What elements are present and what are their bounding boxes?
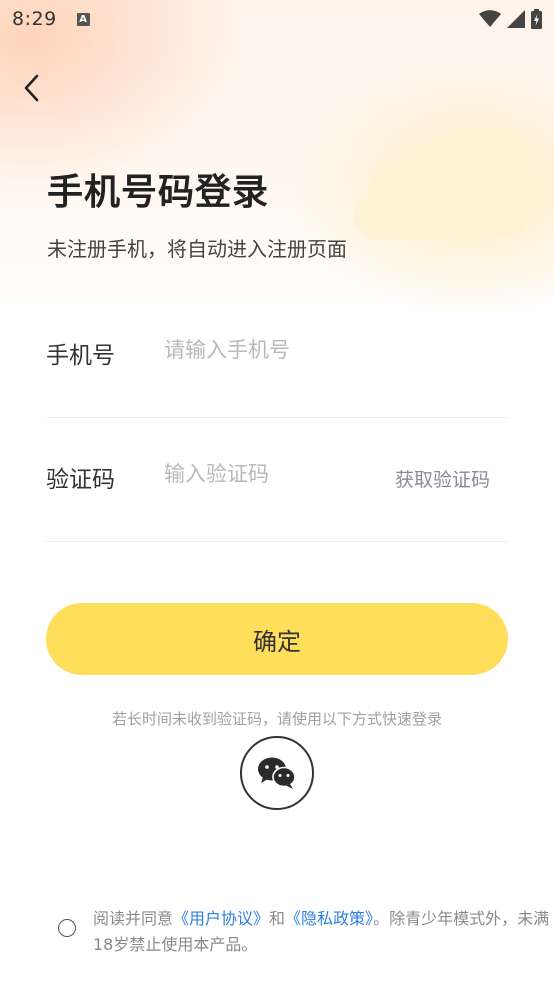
phone-input[interactable] [164, 332, 384, 368]
wechat-login-button[interactable] [240, 736, 314, 810]
code-label: 验证码 [46, 467, 115, 493]
back-button[interactable] [14, 70, 50, 106]
code-row: 验证码 获取验证码 [46, 418, 508, 542]
notification-icon: A [76, 12, 90, 26]
chevron-left-icon [24, 74, 39, 102]
status-bar: 8:29 A [0, 0, 554, 38]
agreement-and: 和 [269, 909, 286, 928]
phone-label: 手机号 [46, 343, 115, 369]
agree-radio[interactable] [58, 919, 76, 937]
privacy-policy-link[interactable]: 《隐私政策》 [285, 909, 373, 928]
confirm-button[interactable]: 确定 [46, 603, 508, 675]
page-title: 手机号码登录 [47, 172, 270, 213]
cloud-decoration [353, 126, 536, 240]
verification-code-input[interactable] [164, 456, 384, 492]
wifi-icon [479, 10, 501, 27]
get-code-button[interactable]: 获取验证码 [395, 465, 490, 492]
battery-icon [531, 9, 542, 29]
agreement-text: 阅读并同意《用户协议》和《隐私政策》。除青少年模式外，未满18岁禁止使用本产品。 [93, 906, 553, 958]
phone-row: 手机号 [46, 294, 508, 418]
user-agreement-link[interactable]: 《用户协议》 [173, 909, 269, 928]
status-indicators [479, 9, 542, 29]
page-subtitle: 未注册手机，将自动进入注册页面 [47, 237, 347, 261]
wechat-icon [258, 757, 296, 789]
alt-login-hint: 若长时间未收到验证码，请使用以下方式快速登录 [111, 710, 442, 728]
signal-icon [507, 10, 525, 28]
status-time: 8:29 [12, 8, 57, 30]
agreement-prefix: 阅读并同意 [93, 909, 174, 928]
